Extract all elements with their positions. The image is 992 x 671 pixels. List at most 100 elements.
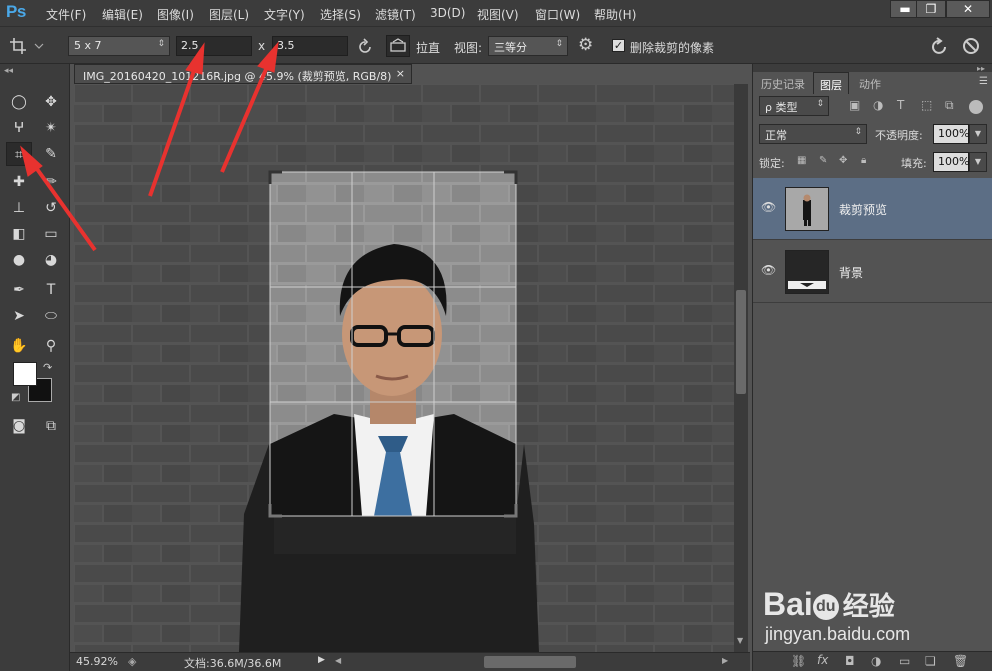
menu-filter[interactable]: 滤镜(T): [375, 6, 416, 23]
hand-tool-icon[interactable]: ✋: [6, 334, 32, 358]
zoom-tool-icon[interactable]: ⚲: [38, 334, 64, 358]
filter-toggle-icon[interactable]: [969, 100, 983, 114]
filter-type-icon[interactable]: T: [897, 98, 904, 112]
history-brush-tool-icon[interactable]: ↺: [38, 196, 64, 220]
new-group-icon[interactable]: ▭: [899, 654, 910, 668]
crop-preset-icon[interactable]: [8, 36, 48, 56]
healing-brush-tool-icon[interactable]: ✚: [6, 170, 32, 194]
status-info-icon[interactable]: ◈: [128, 655, 136, 668]
collapse-panel-icon[interactable]: ▸▸: [977, 64, 985, 73]
visibility-eye-icon[interactable]: 👁︎: [761, 263, 776, 277]
layer-filter-dropdown[interactable]: ρ 类型 ⇕: [759, 96, 829, 116]
ratio-preset-dropdown[interactable]: 5 x 7 ⇕: [68, 36, 170, 56]
tab-history[interactable]: 历史记录: [755, 72, 811, 94]
default-colors-icon[interactable]: ◩: [11, 392, 20, 403]
menu-file[interactable]: 文件(F): [46, 6, 86, 23]
layer-row-background[interactable]: 👁︎ 背景: [753, 241, 992, 303]
vertical-scrollbar[interactable]: ▼: [734, 84, 748, 652]
delete-cropped-checkbox[interactable]: ✓: [612, 39, 625, 52]
add-mask-icon[interactable]: ◘: [845, 654, 855, 668]
gradient-tool-icon[interactable]: ▭: [38, 222, 64, 246]
close-document-icon[interactable]: ×: [396, 67, 405, 80]
crop-tool-icon[interactable]: ⌗: [6, 142, 32, 166]
fill-label: 填充:: [901, 157, 927, 170]
overlay-view-dropdown[interactable]: 三等分 ⇕: [488, 36, 568, 56]
menu-window[interactable]: 窗口(W): [535, 6, 580, 23]
status-menu-arrow-icon[interactable]: ▶: [318, 655, 325, 665]
fill-input[interactable]: 100%: [933, 152, 969, 172]
new-layer-icon[interactable]: ❏: [925, 654, 936, 668]
eraser-tool-icon[interactable]: ◧: [6, 222, 32, 246]
swap-rotate-icon[interactable]: [356, 38, 374, 56]
menu-view[interactable]: 视图(V): [477, 6, 519, 23]
tab-layers[interactable]: 图层: [813, 72, 849, 94]
tab-actions[interactable]: 动作: [853, 72, 887, 94]
menu-layer[interactable]: 图层(L): [209, 6, 249, 23]
vertical-scroll-thumb[interactable]: [736, 290, 746, 394]
layer-filter-value: ρ 类型: [765, 101, 798, 114]
layer-row-crop-preview[interactable]: 👁︎ 裁剪预览: [753, 178, 992, 240]
menu-help[interactable]: 帮助(H): [594, 6, 636, 23]
zoom-level[interactable]: 45.92%: [76, 655, 118, 668]
horizontal-scroll-thumb[interactable]: [484, 656, 576, 668]
filter-smart-object-icon[interactable]: ⧉: [945, 98, 954, 113]
overlay-view-value: 三等分: [494, 41, 527, 54]
panel-menu-icon[interactable]: ☰: [979, 76, 988, 87]
fill-slider-icon[interactable]: ▼: [969, 152, 987, 172]
ellipse-tool-icon[interactable]: ⬭: [38, 304, 64, 328]
type-tool-icon[interactable]: T: [38, 278, 64, 302]
delete-layer-icon[interactable]: 🗑︎: [953, 654, 968, 668]
opacity-slider-icon[interactable]: ▼: [969, 124, 987, 144]
path-selection-tool-icon[interactable]: ➤: [6, 304, 32, 328]
scroll-right-arrow-icon[interactable]: ▶: [722, 656, 728, 665]
document-canvas[interactable]: [74, 84, 734, 652]
menu-select[interactable]: 选择(S): [320, 6, 361, 23]
scroll-left-arrow-icon[interactable]: ◀: [335, 656, 341, 665]
link-layers-icon[interactable]: ⛓: [791, 654, 806, 668]
swap-colors-icon[interactable]: ↷: [43, 361, 52, 374]
watermark-site-cn: 经验: [842, 591, 895, 621]
foreground-color-swatch[interactable]: [13, 362, 37, 386]
filter-pixel-icon[interactable]: ▣: [849, 98, 860, 112]
fx-icon[interactable]: fx: [817, 653, 828, 667]
dodge-tool-icon[interactable]: ◕: [38, 248, 64, 272]
quick-mask-icon[interactable]: ◙: [6, 414, 32, 438]
filter-shape-icon[interactable]: ⬚: [921, 98, 932, 112]
filter-adjustment-icon[interactable]: ◑: [873, 98, 883, 112]
brush-tool-icon[interactable]: ✏: [38, 170, 64, 194]
blur-tool-icon[interactable]: ●: [6, 248, 32, 272]
opacity-input[interactable]: 100%: [933, 124, 969, 144]
dimension-separator: x: [258, 39, 266, 53]
maximize-button[interactable]: ❐: [916, 0, 946, 18]
magic-wand-tool-icon[interactable]: ✴: [38, 116, 64, 140]
screen-mode-icon[interactable]: ⧉: [38, 414, 64, 438]
settings-gear-icon[interactable]: ⚙: [578, 35, 593, 55]
adjustment-layer-icon[interactable]: ◑: [871, 654, 881, 668]
lasso-tool-icon[interactable]: ⵖ: [6, 116, 32, 140]
menu-edit[interactable]: 编辑(E): [102, 6, 143, 23]
document-tab[interactable]: IMG_20160420_101216R.jpg @ 45.9% (裁剪预览, …: [74, 64, 412, 84]
lock-image-icon[interactable]: ✎: [819, 155, 827, 166]
eyedropper-tool-icon[interactable]: ✎: [38, 142, 64, 166]
width-input[interactable]: 2.5: [176, 36, 252, 56]
height-input[interactable]: 3.5: [272, 36, 348, 56]
lock-all-icon[interactable]: 🔒︎: [861, 155, 866, 166]
blend-mode-dropdown[interactable]: 正常 ⇕: [759, 124, 867, 144]
scroll-down-arrow-icon[interactable]: ▼: [737, 636, 743, 645]
close-button[interactable]: ✕: [946, 0, 990, 18]
pen-tool-icon[interactable]: ✒: [6, 278, 32, 302]
straighten-button[interactable]: [386, 35, 410, 57]
clone-stamp-tool-icon[interactable]: ⊥: [6, 196, 32, 220]
menu-image[interactable]: 图像(I): [157, 6, 194, 23]
lock-position-icon[interactable]: ✥: [839, 155, 847, 166]
move-tool-icon[interactable]: ✥: [38, 90, 64, 114]
menu-type[interactable]: 文字(Y): [264, 6, 305, 23]
lock-transparent-icon[interactable]: ▦: [797, 155, 806, 166]
visibility-eye-icon[interactable]: 👁︎: [761, 200, 776, 214]
marquee-tool-icon[interactable]: ◯: [6, 90, 32, 114]
delete-cropped-label: 删除裁剪的像素: [630, 41, 715, 55]
cancel-icon[interactable]: [962, 37, 982, 57]
menu-3d[interactable]: 3D(D): [430, 6, 465, 20]
reset-icon[interactable]: [930, 37, 950, 57]
collapse-toolbar-icon[interactable]: ◂◂: [4, 66, 13, 76]
